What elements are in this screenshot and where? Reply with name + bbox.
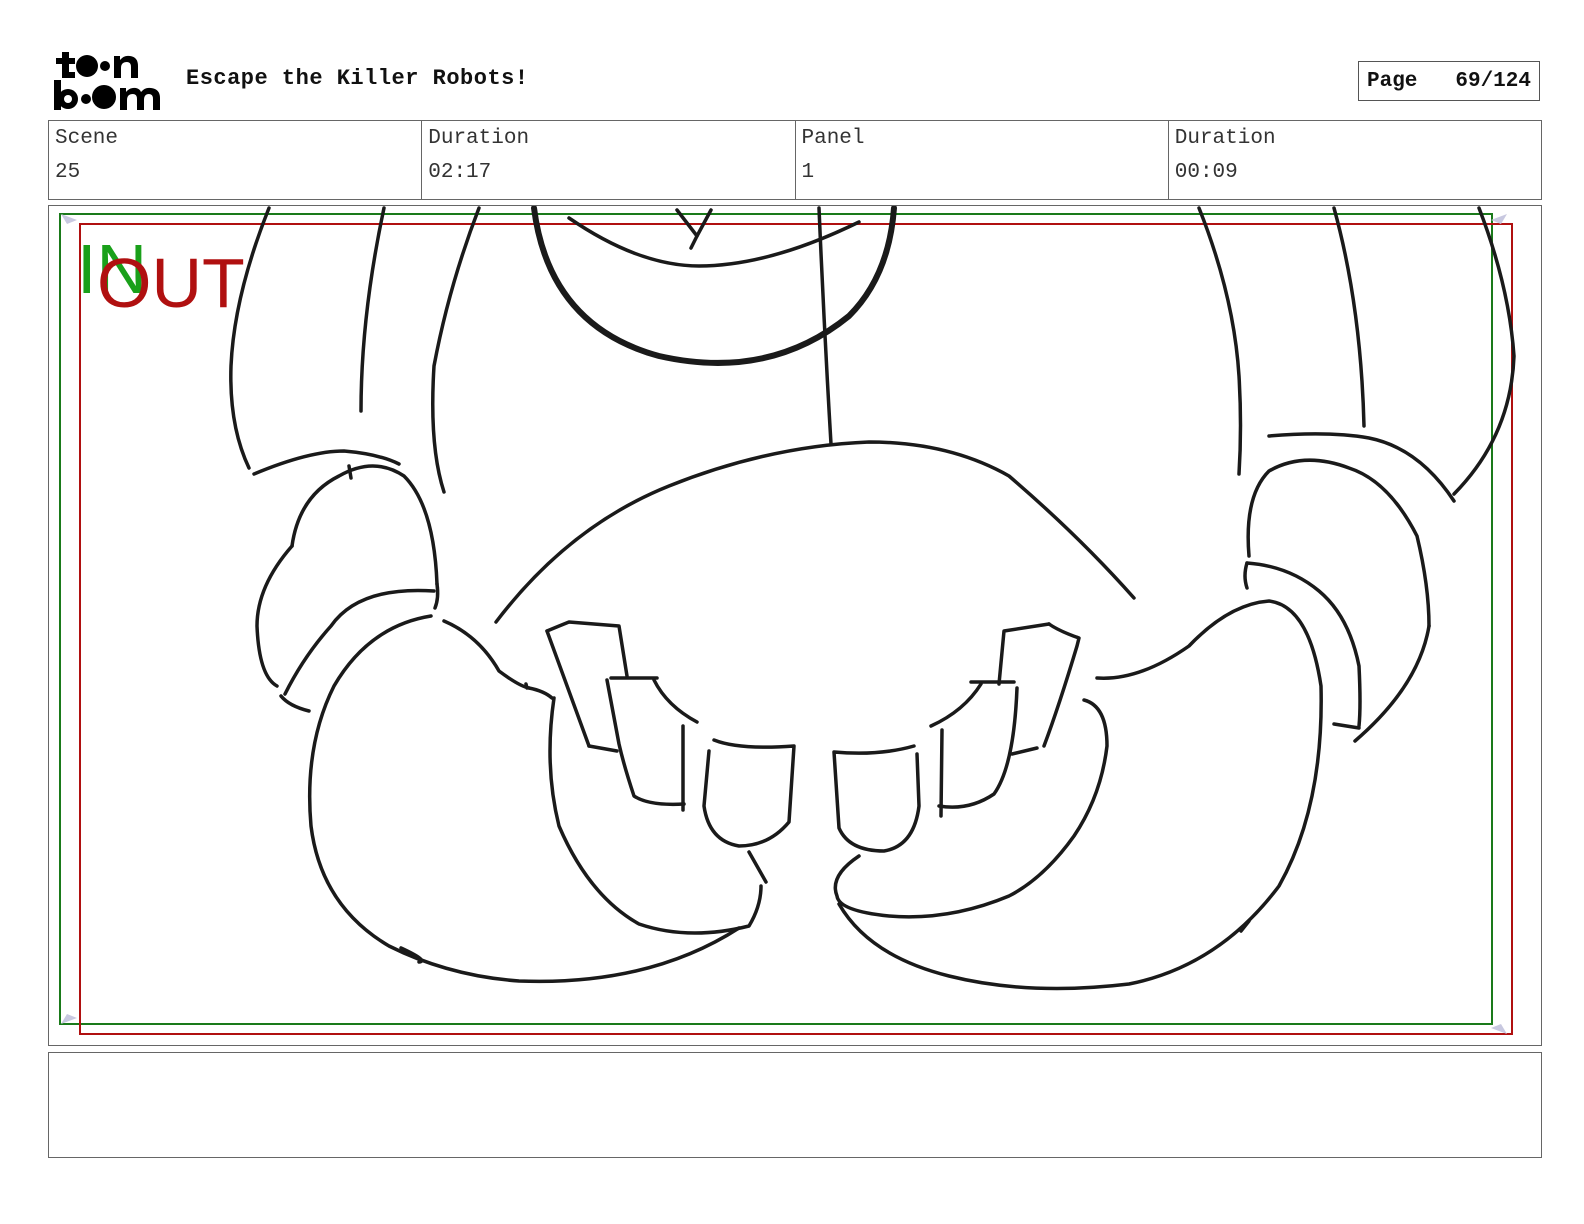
toon-boom-logo-icon bbox=[54, 52, 160, 110]
corner-arrow-tr-icon bbox=[1491, 214, 1507, 224]
panel-duration-cell: Duration 00:09 bbox=[1169, 121, 1541, 199]
scene-duration-cell: Duration 02:17 bbox=[422, 121, 796, 199]
page-label: Page bbox=[1367, 69, 1418, 93]
scene-value: 25 bbox=[55, 161, 81, 184]
panel-sketch bbox=[59, 206, 1516, 1035]
page-value: 69/124 bbox=[1455, 69, 1531, 93]
scene-duration-value: 02:17 bbox=[428, 161, 492, 184]
scene-cell: Scene 25 bbox=[49, 121, 423, 199]
scene-label: Scene bbox=[55, 127, 119, 150]
panel-cell: Panel 1 bbox=[796, 121, 1169, 199]
scene-duration-label: Duration bbox=[428, 127, 530, 150]
scene-info-table: Scene 25 Duration 02:17 Panel 1 Duration… bbox=[48, 120, 1542, 200]
panel-value: 1 bbox=[801, 161, 815, 184]
corner-arrow-br-icon bbox=[1491, 1024, 1507, 1034]
document-title: Escape the Killer Robots! bbox=[186, 66, 529, 91]
panel-duration-label: Duration bbox=[1174, 127, 1276, 150]
corner-arrow-bl-icon bbox=[61, 1014, 77, 1024]
corner-arrow-tl-icon bbox=[61, 214, 77, 224]
panel-label: Panel bbox=[801, 127, 865, 150]
page-counter: Page 69/124 bbox=[1358, 61, 1540, 101]
panel-duration-value: 00:09 bbox=[1174, 161, 1238, 184]
panel-notes-box bbox=[48, 1052, 1542, 1158]
in-frame bbox=[59, 213, 1493, 1025]
out-label: OUT bbox=[97, 244, 245, 322]
robot-sketch bbox=[229, 206, 1516, 991]
storyboard-panel: IN OUT bbox=[48, 205, 1542, 1046]
